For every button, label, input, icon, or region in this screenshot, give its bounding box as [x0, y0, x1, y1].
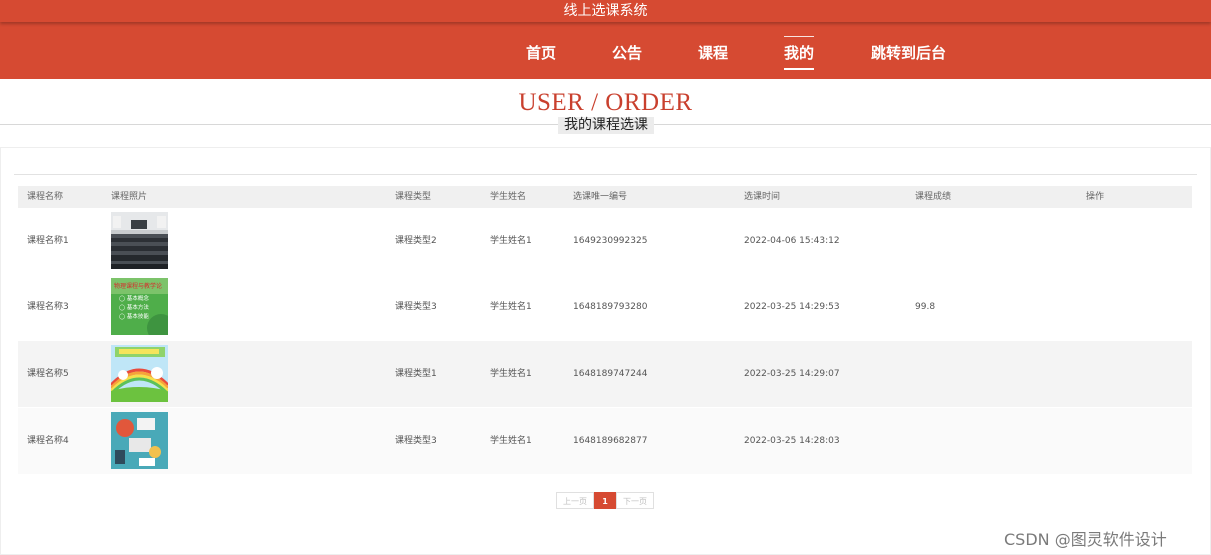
- table-header: 课程名称 课程照片 课程类型 学生姓名 选课唯一编号 选课时间 课程成绩 操作: [18, 186, 1192, 208]
- cell-course-name: 课程名称5: [27, 369, 69, 379]
- col-score: 课程成绩: [915, 192, 952, 202]
- main-nav: 首页 公告 课程 我的 跳转到后台: [0, 22, 1211, 79]
- green-cover-line-3: ◯ 基本技能: [119, 312, 149, 320]
- col-student-name: 学生姓名: [490, 192, 527, 202]
- nav-home[interactable]: 首页: [526, 22, 556, 79]
- course-photo-rainbow[interactable]: [111, 345, 168, 402]
- nav-admin[interactable]: 跳转到后台: [871, 22, 946, 79]
- cell-course-name: 课程名称3: [27, 302, 69, 312]
- prev-page-button[interactable]: 上一页: [556, 492, 594, 509]
- table-row: 课程名称3 物理课程与教学论 ◯ 基本概念 ◯ 基本方法 ◯ 基本技能 课程类型…: [18, 274, 1192, 340]
- content-panel: 课程名称 课程照片 课程类型 学生姓名 选课唯一编号 选课时间 课程成绩 操作 …: [0, 147, 1211, 555]
- site-title: 线上选课系统: [563, 3, 648, 19]
- green-cover-line-1: ◯ 基本概念: [119, 294, 149, 302]
- cell-selection-time: 2022-03-25 14:29:07: [744, 369, 840, 379]
- page-subtitle: 我的课程选课: [558, 117, 654, 134]
- nav-mine[interactable]: 我的: [784, 22, 815, 79]
- col-course-photo: 课程照片: [111, 192, 148, 202]
- cell-selection-time: 2022-03-25 14:28:03: [744, 436, 840, 446]
- nav-announcements[interactable]: 公告: [612, 22, 642, 79]
- table-row: 课程名称4 课程类型3 学生姓名1 1648189682877 2022-03-…: [18, 408, 1192, 474]
- cell-selection-time: 2022-03-25 14:29:53: [744, 302, 840, 312]
- cell-selection-time: 2022-04-06 15:43:12: [744, 236, 840, 246]
- next-page-button[interactable]: 下一页: [616, 492, 654, 509]
- cell-course-type: 课程类型3: [395, 436, 437, 446]
- cell-course-type: 课程类型2: [395, 236, 437, 246]
- col-selection-time: 选课时间: [744, 192, 781, 202]
- cell-student-name: 学生姓名1: [490, 369, 532, 379]
- cell-selection-id: 1649230992325: [573, 236, 648, 246]
- cell-selection-id: 1648189682877: [573, 436, 648, 446]
- course-photo-green-cover[interactable]: 物理课程与教学论 ◯ 基本概念 ◯ 基本方法 ◯ 基本技能: [111, 278, 168, 335]
- cell-student-name: 学生姓名1: [490, 236, 532, 246]
- course-photo-desk[interactable]: [111, 412, 168, 469]
- page-title-area: USER / ORDER 我的课程选课: [0, 79, 1211, 147]
- page-1-button[interactable]: 1: [594, 492, 616, 509]
- panel-divider: [14, 174, 1197, 175]
- site-title-bar: 线上选课系统: [0, 0, 1211, 22]
- cell-course-name: 课程名称4: [27, 436, 69, 446]
- col-course-type: 课程类型: [395, 192, 432, 202]
- course-photo-classroom[interactable]: [111, 212, 168, 269]
- cell-course-name: 课程名称1: [27, 236, 69, 246]
- green-cover-title-text: 物理课程与教学论: [114, 282, 162, 290]
- cell-course-type: 课程类型3: [395, 302, 437, 312]
- cell-student-name: 学生姓名1: [490, 436, 532, 446]
- cell-student-name: 学生姓名1: [490, 302, 532, 312]
- csdn-watermark: CSDN @图灵软件设计: [1004, 530, 1167, 549]
- table-row: 课程名称1 课程类型2 学生姓名1 1649230992325 2022-04-…: [18, 208, 1192, 274]
- green-cover-line-2: ◯ 基本方法: [119, 303, 149, 311]
- cell-score: 99.8: [915, 302, 936, 312]
- nav-courses[interactable]: 课程: [698, 22, 728, 79]
- col-selection-id: 选课唯一编号: [573, 192, 628, 202]
- page-title: USER / ORDER: [518, 89, 693, 116]
- table-row: 课程名称5 课程类型1 学生姓名1 1648189747244 2022-03-…: [18, 341, 1192, 407]
- cell-selection-id: 1648189747244: [573, 369, 648, 379]
- cell-course-type: 课程类型1: [395, 369, 437, 379]
- col-actions: 操作: [1086, 192, 1105, 202]
- cell-selection-id: 1648189793280: [573, 302, 648, 312]
- col-course-name: 课程名称: [27, 192, 64, 202]
